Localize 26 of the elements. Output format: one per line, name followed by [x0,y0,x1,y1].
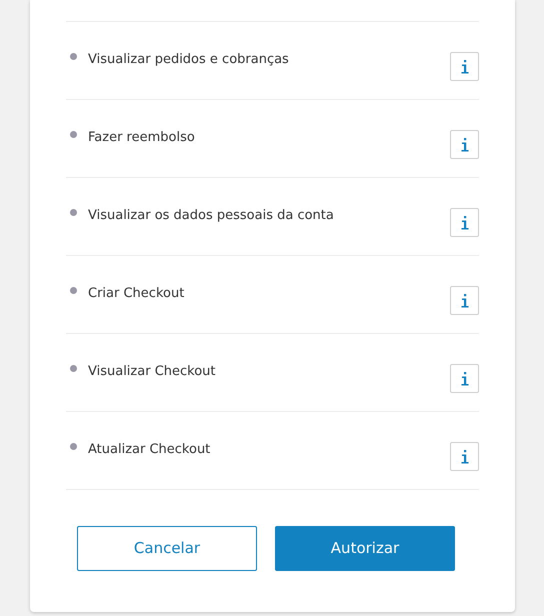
permission-label: Visualizar Checkout [88,363,217,381]
info-icon [460,372,468,386]
permission-label: Criar Checkout [88,285,186,303]
info-button[interactable] [450,130,479,159]
permission-label: Atualizar Checkout [88,441,212,459]
info-icon [460,294,468,308]
info-icon [460,216,468,230]
info-button[interactable] [450,286,479,315]
permission-label: Visualizar os dados pessoais da conta [88,207,335,225]
permission-label: Fazer reembolso [88,129,196,147]
bullet-icon [70,287,77,294]
bullet-icon [70,443,77,450]
info-button[interactable] [450,442,479,471]
permission-label: Visualizar pedidos e cobranças [88,51,290,69]
info-button[interactable] [450,52,479,81]
cancel-button[interactable]: Cancelar [77,526,257,571]
info-button[interactable] [450,208,479,237]
bullet-icon [70,131,77,138]
bullet-icon [70,365,77,372]
authorize-button[interactable]: Autorizar [275,526,455,571]
info-button[interactable] [450,364,479,393]
bullet-icon [70,53,77,60]
info-icon [460,138,468,152]
bullet-icon [70,209,77,216]
info-icon [460,450,468,464]
info-icon [460,60,468,74]
